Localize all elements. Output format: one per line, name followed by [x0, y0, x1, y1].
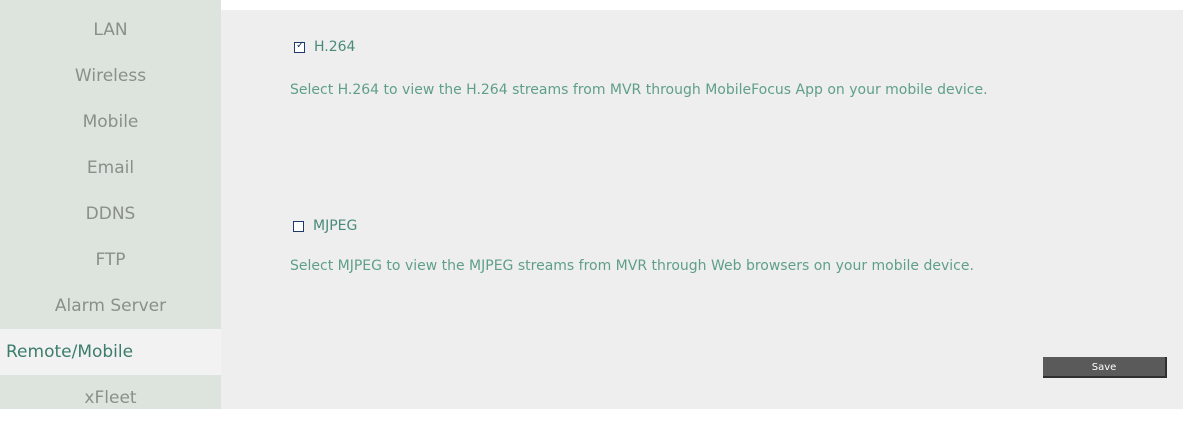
sidebar-item-remote-mobile[interactable]: Remote/Mobile	[0, 329, 221, 375]
sidebar-item-mobile[interactable]: Mobile	[0, 99, 221, 145]
mjpeg-description: Select MJPEG to view the MJPEG streams f…	[290, 258, 974, 274]
sidebar-item-ddns[interactable]: DDNS	[0, 191, 221, 237]
remote-mobile-panel: ✓ H.264 Select H.264 to view the H.264 s…	[221, 10, 1183, 409]
h264-description: Select H.264 to view the H.264 streams f…	[290, 82, 988, 98]
sidebar-item-alarm-server[interactable]: Alarm Server	[0, 283, 221, 329]
sidebar-item-email[interactable]: Email	[0, 145, 221, 191]
checkmark-icon: ✓	[296, 39, 305, 51]
h264-checkbox[interactable]: ✓	[294, 39, 305, 53]
sidebar-item-xfleet[interactable]: xFleet	[0, 375, 221, 421]
mjpeg-checkbox[interactable]	[293, 220, 304, 232]
mjpeg-label: MJPEG	[313, 218, 358, 234]
sidebar-item-ftp[interactable]: FTP	[0, 237, 221, 283]
sidebar-item-wireless[interactable]: Wireless	[0, 53, 221, 99]
h264-option[interactable]: ✓ H.264	[294, 39, 355, 55]
mjpeg-option[interactable]: MJPEG	[293, 218, 357, 234]
h264-label: H.264	[314, 39, 356, 55]
sidebar-item-lan[interactable]: LAN	[0, 7, 221, 53]
save-button[interactable]: Save	[1043, 357, 1167, 378]
settings-sidebar: LAN Wireless Mobile Email DDNS FTP Alarm…	[0, 0, 221, 409]
